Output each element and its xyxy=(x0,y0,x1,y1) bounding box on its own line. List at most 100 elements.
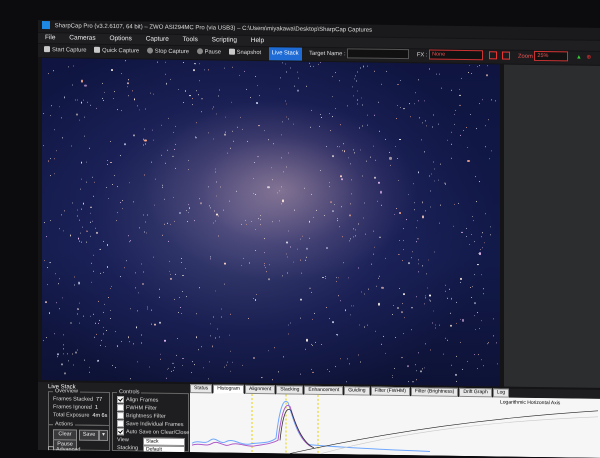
star xyxy=(456,356,458,358)
star xyxy=(257,84,259,86)
start-capture-button[interactable]: Start Capture xyxy=(44,44,86,58)
star xyxy=(415,241,417,243)
star xyxy=(209,257,211,260)
star xyxy=(365,233,367,235)
histogram-stretch-icon[interactable] xyxy=(488,51,497,60)
star xyxy=(254,194,256,196)
star xyxy=(402,293,406,296)
pause-button[interactable]: Pause xyxy=(196,46,221,59)
star xyxy=(300,272,302,274)
target-name-input[interactable] xyxy=(347,48,410,60)
tab-log[interactable]: Log xyxy=(492,388,510,398)
star xyxy=(363,202,365,204)
menu-tools[interactable]: Tools xyxy=(183,36,198,43)
tab-stacking[interactable]: Stacking xyxy=(276,385,304,395)
histogram-graph[interactable]: Logarithmic Horizontal Axis xyxy=(190,393,600,458)
star xyxy=(207,69,209,71)
tab-histogram[interactable]: Histogram xyxy=(213,384,244,394)
menu-scripting[interactable]: Scripting xyxy=(212,36,237,43)
fwhm-filter-label: FWHM Filter xyxy=(126,405,157,412)
star xyxy=(351,178,353,180)
star xyxy=(274,347,275,349)
star xyxy=(185,268,187,270)
reticle-icon[interactable] xyxy=(502,51,511,61)
star xyxy=(459,281,461,283)
zoom-fit-icon[interactable]: ⊕ xyxy=(586,52,591,65)
tab-alignment[interactable]: Alignment xyxy=(244,384,276,395)
quick-capture-button[interactable]: Quick Capture xyxy=(94,45,139,59)
star xyxy=(285,71,287,73)
star xyxy=(121,208,123,210)
star xyxy=(45,235,47,237)
star xyxy=(108,296,110,298)
auto-save-checkbox[interactable]: Auto Save on Clear/Close xyxy=(117,428,189,437)
star xyxy=(128,182,130,184)
star xyxy=(492,335,494,337)
star xyxy=(426,286,429,289)
star xyxy=(301,235,303,237)
star xyxy=(169,79,171,81)
star xyxy=(477,312,478,314)
star xyxy=(222,209,224,211)
star xyxy=(120,275,122,277)
star xyxy=(168,240,170,242)
star xyxy=(415,227,417,229)
menu-options[interactable]: Options xyxy=(109,35,131,42)
star xyxy=(78,302,80,304)
live-stack-button[interactable]: Live Stack xyxy=(268,47,302,61)
star xyxy=(495,100,497,102)
menu-help[interactable]: Help xyxy=(251,37,264,44)
star xyxy=(135,287,137,289)
star xyxy=(195,336,198,338)
quick-capture-label: Quick Capture xyxy=(102,47,140,55)
star xyxy=(202,366,204,369)
star xyxy=(396,306,400,310)
menu-cameras[interactable]: Cameras xyxy=(69,34,95,41)
star xyxy=(80,188,82,190)
star xyxy=(178,311,180,313)
star xyxy=(413,183,415,185)
star xyxy=(429,68,431,70)
tab-guiding[interactable]: Guiding xyxy=(344,386,370,396)
star xyxy=(264,252,266,254)
star xyxy=(385,257,386,259)
camera-image-view[interactable] xyxy=(42,58,500,387)
mountain-icon[interactable]: ▲ xyxy=(576,52,582,65)
star xyxy=(339,358,341,360)
star xyxy=(120,155,122,157)
tab-status[interactable]: Status xyxy=(190,384,213,394)
star xyxy=(373,114,375,116)
stacking-label: Stacking xyxy=(117,445,139,452)
star xyxy=(454,113,456,115)
menu-capture[interactable]: Capture xyxy=(146,36,169,43)
zoom-select[interactable]: 25% xyxy=(534,51,569,62)
star xyxy=(64,372,66,375)
star xyxy=(111,364,114,367)
star xyxy=(390,164,392,166)
star xyxy=(281,62,283,64)
snapshot-button[interactable]: Snapshot xyxy=(228,47,261,60)
star xyxy=(169,274,171,276)
star xyxy=(271,379,273,381)
star xyxy=(252,192,254,194)
tab-drift-graph[interactable]: Drift Graph xyxy=(459,387,492,398)
menu-file[interactable]: File xyxy=(45,34,55,41)
save-dropdown-button[interactable]: ▾ xyxy=(99,429,108,441)
fx-select[interactable]: None xyxy=(429,49,484,61)
star xyxy=(162,234,163,236)
star xyxy=(481,98,483,100)
star xyxy=(52,69,54,71)
star xyxy=(281,134,283,136)
save-button[interactable]: Save xyxy=(79,429,99,441)
star xyxy=(237,126,239,128)
stop-capture-button[interactable]: Stop Capture xyxy=(146,46,189,60)
star xyxy=(86,101,88,103)
star xyxy=(106,265,109,268)
star xyxy=(174,167,176,169)
star xyxy=(429,294,431,297)
star xyxy=(481,359,483,361)
star xyxy=(140,262,143,265)
star xyxy=(155,178,157,180)
app-icon xyxy=(42,21,50,30)
star xyxy=(367,65,369,67)
